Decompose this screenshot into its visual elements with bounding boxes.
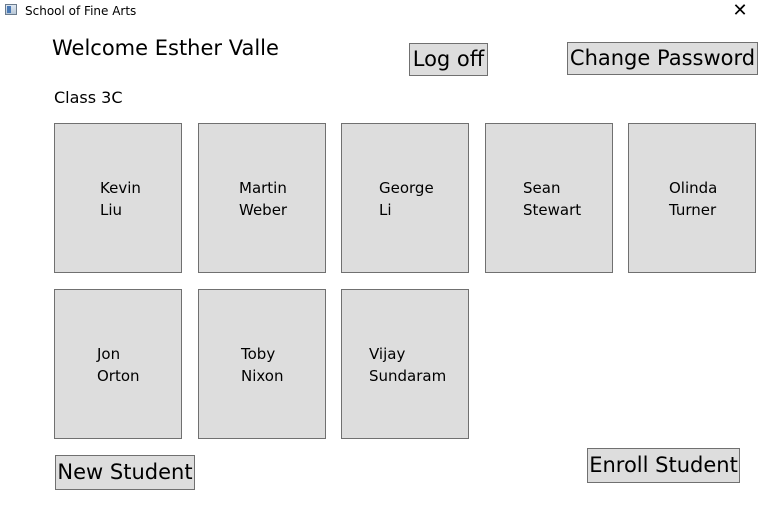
class-label: Class 3C <box>54 88 123 107</box>
student-name: George Li <box>379 177 434 221</box>
student-tile[interactable]: Toby Nixon <box>198 289 326 439</box>
app-window: School of Fine Arts ✕ Welcome Esther Val… <box>0 0 769 506</box>
student-name: Toby Nixon <box>241 343 284 387</box>
student-last-name: Turner <box>669 201 717 219</box>
close-button[interactable]: ✕ <box>723 0 757 22</box>
student-first-name: Toby <box>241 345 276 363</box>
student-name: Kevin Liu <box>100 177 141 221</box>
student-tile[interactable]: Jon Orton <box>54 289 182 439</box>
student-first-name: Olinda <box>669 179 718 197</box>
student-first-name: Sean <box>523 179 561 197</box>
student-name: Jon Orton <box>97 343 140 387</box>
student-last-name: Orton <box>97 367 140 385</box>
student-tile[interactable]: Martin Weber <box>198 123 326 273</box>
student-last-name: Li <box>379 201 392 219</box>
student-last-name: Sundaram <box>369 367 447 385</box>
student-tile[interactable]: Kevin Liu <box>54 123 182 273</box>
student-tile[interactable]: Olinda Turner <box>628 123 756 273</box>
app-window-icon <box>5 4 17 15</box>
window-title: School of Fine Arts <box>25 4 137 18</box>
student-last-name: Liu <box>100 201 123 219</box>
student-name: Sean Stewart <box>523 177 581 221</box>
student-first-name: Kevin <box>100 179 141 197</box>
student-tile[interactable]: Sean Stewart <box>485 123 613 273</box>
student-last-name: Nixon <box>241 367 284 385</box>
student-last-name: Weber <box>239 201 288 219</box>
student-name: Vijay Sundaram <box>369 343 446 387</box>
new-student-button[interactable]: New Student <box>55 455 195 490</box>
student-first-name: Vijay <box>369 345 406 363</box>
student-first-name: George <box>379 179 434 197</box>
student-last-name: Stewart <box>523 201 582 219</box>
student-first-name: Jon <box>97 345 121 363</box>
student-tile[interactable]: George Li <box>341 123 469 273</box>
welcome-heading: Welcome Esther Valle <box>52 36 279 60</box>
student-tile[interactable]: Vijay Sundaram <box>341 289 469 439</box>
log-off-button[interactable]: Log off <box>409 43 488 76</box>
student-name: Martin Weber <box>239 177 287 221</box>
student-first-name: Martin <box>239 179 287 197</box>
enroll-student-button[interactable]: Enroll Student <box>587 448 740 483</box>
student-name: Olinda Turner <box>669 177 717 221</box>
title-bar[interactable]: School of Fine Arts ✕ <box>0 0 769 22</box>
change-password-button[interactable]: Change Password <box>567 42 758 75</box>
